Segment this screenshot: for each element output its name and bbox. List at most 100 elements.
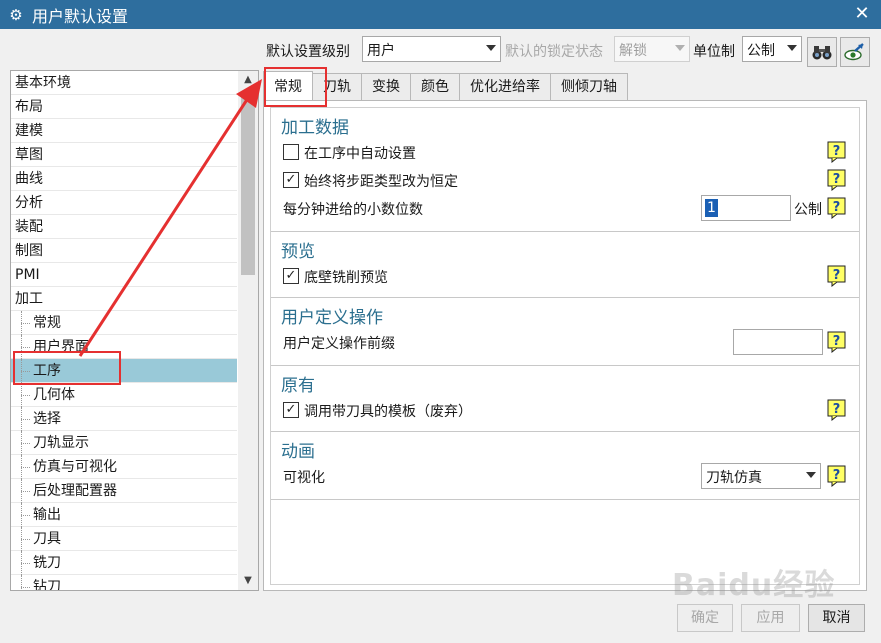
section-title: 动画 [281,442,315,462]
chevron-down-icon [787,45,797,51]
tree-item[interactable]: 布局 [11,95,237,119]
section-legacy: 原有 ✓ 调用带刀具的模板（废弃） ? [271,366,859,432]
tree-item[interactable]: 装配 [11,215,237,239]
manage-defaults-button[interactable] [840,37,870,67]
level-select[interactable]: 用户 [362,36,501,62]
chevron-down-icon[interactable]: ▼ [238,572,258,590]
help-icon[interactable]: ? [827,169,847,191]
help-icon[interactable]: ? [827,399,847,421]
tree-item[interactable]: 制图 [11,239,237,263]
chevron-down-icon [806,472,816,478]
help-icon[interactable]: ? [827,465,847,487]
tree-child-item[interactable]: 选择 [11,407,237,431]
auto-setup-label: 在工序中自动设置 [304,146,416,162]
svg-text:?: ? [833,468,841,483]
tab-color[interactable]: 颜色 [410,73,460,101]
close-icon[interactable]: ✕ [851,3,873,24]
section-title: 原有 [281,376,315,396]
visualization-value: 刀轨仿真 [706,470,762,486]
unit-select-value: 公制 [747,43,775,59]
svg-text:?: ? [833,402,841,417]
lock-select-value: 解锁 [619,43,647,59]
apply-button[interactable]: 应用 [741,604,800,632]
cancel-button[interactable]: 取消 [808,604,865,632]
floor-preview-checkbox[interactable]: ✓ [283,268,299,284]
tree-scrollbar[interactable]: ▲ ▼ [238,71,258,590]
tree-child-item[interactable]: 几何体 [11,383,237,407]
settings-panel: 加工数据 在工序中自动设置 ? ✓ 始终将步距类型改为恒定 ? 每分钟进给的小数… [263,100,867,591]
section-title: 预览 [281,242,315,262]
tree-child-item[interactable]: 刀轨显示 [11,431,237,455]
section-user-operation: 用户定义操作 用户定义操作前缀 ? [271,298,859,366]
tree-child-item[interactable]: 刀具 [11,527,237,551]
tree-child-item[interactable]: 后处理配置器 [11,479,237,503]
eye-arrow-icon [844,43,864,61]
title-bar: ⚙ 用户默认设置 ✕ [0,0,881,29]
tab-tilt-axis[interactable]: 侧倾刀轴 [550,73,628,101]
tree-item[interactable]: 草图 [11,143,237,167]
auto-setup-checkbox[interactable] [283,144,299,160]
tree-child-item[interactable]: 铣刀 [11,551,237,575]
chevron-down-icon [486,45,496,51]
step-constant-checkbox[interactable]: ✓ [283,172,299,188]
svg-text:?: ? [833,144,841,159]
svg-text:?: ? [833,172,841,187]
tab-transform[interactable]: 变换 [361,73,411,101]
prefix-row: 用户定义操作前缀 ? [271,328,859,356]
tree-item[interactable]: 建模 [11,119,237,143]
section-animation: 动画 可视化 刀轨仿真 ? [271,432,859,500]
unit-label: 单位制 [693,44,735,60]
svg-text:?: ? [833,268,841,283]
ok-button[interactable]: 确定 [677,604,733,632]
auto-setup-row: 在工序中自动设置 ? [271,138,859,166]
tree-child-item[interactable]: 钻刀 [11,575,237,590]
step-constant-label: 始终将步距类型改为恒定 [304,174,458,190]
decimal-unit: 公制 [794,202,822,218]
binoculars-icon [812,46,832,60]
visualization-select[interactable]: 刀轨仿真 [701,463,821,489]
window-title: 用户默认设置 [32,6,129,26]
svg-text:?: ? [833,200,841,215]
help-icon[interactable]: ? [827,331,847,353]
tree-child-item[interactable]: 输出 [11,503,237,527]
category-tree[interactable]: 基本环境 布局 建模 草图 曲线 分析 装配 制图 PMI 加工 常规 用户界面… [10,70,259,591]
help-icon[interactable]: ? [827,265,847,287]
tree-item[interactable]: 基本环境 [11,71,237,95]
tree-item[interactable]: PMI [11,263,237,287]
tree-item[interactable]: 曲线 [11,167,237,191]
tree-child-item[interactable]: 仿真与可视化 [11,455,237,479]
tree-child-item[interactable]: 常规 [11,311,237,335]
section-title: 用户定义操作 [281,308,383,328]
svg-text:?: ? [833,334,841,349]
decimal-row: 每分钟进给的小数位数 1 公制 ? [271,194,859,222]
help-icon[interactable]: ? [827,197,847,219]
chevron-up-icon[interactable]: ▲ [238,71,258,89]
floor-preview-row: ✓ 底壁铣削预览 ? [271,262,859,290]
scroll-thumb[interactable] [241,91,255,275]
watermark: Baidu经验 [672,568,836,603]
prefix-input[interactable] [733,329,823,355]
level-label: 默认设置级别 [266,44,350,60]
gear-icon: ⚙ [9,5,23,24]
step-constant-row: ✓ 始终将步距类型改为恒定 ? [271,166,859,194]
template-row: ✓ 调用带刀具的模板（废弃） ? [271,396,859,424]
decimal-input[interactable]: 1 [701,195,791,221]
help-icon[interactable]: ? [827,141,847,163]
search-defaults-button[interactable] [807,37,837,67]
decimal-value: 1 [705,199,718,217]
chevron-down-icon [675,45,685,51]
annotation-box-tab [264,67,327,107]
settings-inner: 加工数据 在工序中自动设置 ? ✓ 始终将步距类型改为恒定 ? 每分钟进给的小数… [270,107,860,585]
section-machining-data: 加工数据 在工序中自动设置 ? ✓ 始终将步距类型改为恒定 ? 每分钟进给的小数… [271,108,859,232]
tab-feedrate[interactable]: 优化进给率 [459,73,551,101]
template-checkbox[interactable]: ✓ [283,402,299,418]
tree-item[interactable]: 分析 [11,191,237,215]
level-select-value: 用户 [367,43,395,59]
lock-label: 默认的锁定状态 [505,44,603,60]
decimal-label: 每分钟进给的小数位数 [283,202,423,218]
section-title: 加工数据 [281,118,349,138]
visualization-label: 可视化 [283,470,325,486]
unit-select[interactable]: 公制 [742,36,802,62]
template-label: 调用带刀具的模板（废弃） [304,404,472,420]
tree-item[interactable]: 加工 [11,287,237,311]
